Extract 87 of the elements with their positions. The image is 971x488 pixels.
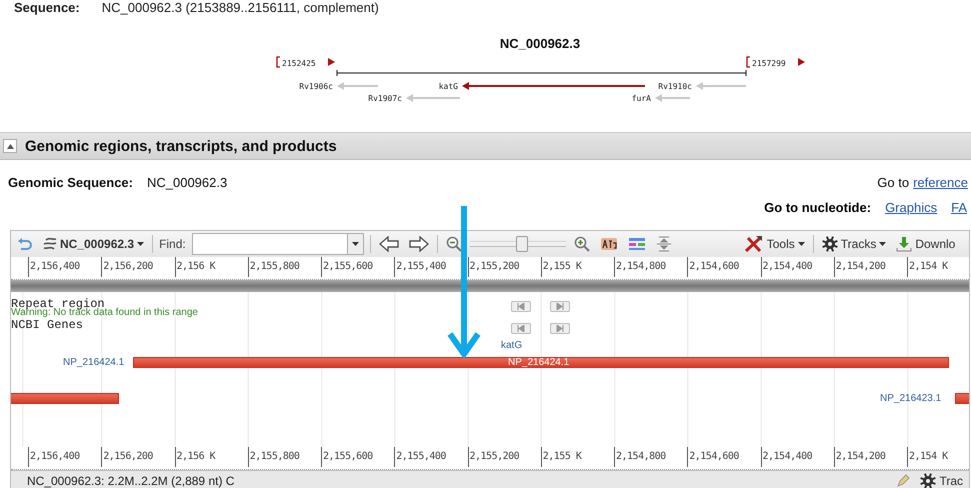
status-text: NC_000962.3: 2.2M..2.2M (2,889 nt) C — [27, 474, 234, 488]
gene-label: furA — [632, 94, 651, 103]
skip-back-icon — [517, 325, 525, 332]
feature-label: NP_216424.1 — [508, 357, 570, 368]
find-field[interactable] — [192, 233, 364, 255]
ruler-label: 2,156,200 — [103, 261, 153, 272]
skip-back-icon — [517, 303, 525, 310]
ruler-label: 2,154,800 — [616, 451, 666, 462]
download-menu[interactable]: Downlo — [894, 233, 958, 255]
gene-arrow — [655, 94, 690, 102]
overview-title: NC_000962.3 — [500, 36, 580, 51]
ruler-label: 2,154,400 — [762, 451, 812, 462]
nucleotide-link[interactable]: Graphics — [885, 200, 938, 214]
ruler-label: 2,156,400 — [30, 261, 80, 272]
end-marker-icon — [746, 56, 750, 68]
nucleotide-link[interactable]: FA — [951, 200, 967, 214]
previous-button[interactable] — [511, 323, 531, 334]
ruler-label: 2,155,200 — [470, 261, 520, 272]
ruler-label: 2,155,400 — [396, 451, 446, 462]
ruler-label: 2,155,400 — [396, 261, 446, 272]
gene-label: Rv1907c — [368, 94, 402, 103]
collapse-toggle[interactable] — [3, 139, 17, 153]
start-coordinate: 2152425 — [282, 59, 316, 68]
tracks-menu[interactable]: Tracks — [820, 233, 888, 255]
gear-icon — [822, 236, 838, 252]
nucleotide-label: Go to nucleotide: — [764, 200, 872, 214]
ruler-label: 2,155 K — [542, 261, 582, 272]
feature-label: NP_216424.1 — [63, 357, 124, 368]
arrow-icon — [328, 58, 335, 66]
tools-icon — [744, 235, 764, 253]
ruler-label: 2,155,600 — [323, 261, 373, 272]
sequence-dropdown[interactable]: NC_000962.3 — [41, 233, 146, 255]
gene-label: katG — [438, 82, 458, 91]
track-warning: Warning: No track data found in this range — [11, 308, 198, 318]
caret-icon — [352, 242, 359, 246]
gene-arrow — [337, 82, 378, 90]
back-arrow-button[interactable] — [376, 233, 401, 255]
ruler-label: 2,155 K — [542, 451, 582, 462]
sequence-label: Sequence: — [14, 0, 80, 16]
gene-label: katG — [501, 340, 522, 351]
genomic-sequence-value: NC_000962.3 — [146, 174, 228, 190]
tools-menu[interactable]: Tools — [742, 233, 807, 255]
gene-label: Rv1906c — [299, 82, 333, 91]
reference-link[interactable]: reference — [913, 174, 968, 190]
ruler-label: 2,154,200 — [836, 261, 886, 272]
ruler-label: 2,154,400 — [762, 261, 812, 272]
gene-arrow — [406, 94, 460, 102]
ruler-label: 2,156 K — [176, 451, 216, 462]
gene-arrow — [696, 82, 746, 90]
goto-text: Go to — [877, 174, 910, 190]
ruler-label: 2,155,200 — [470, 451, 520, 462]
download-icon — [896, 236, 912, 252]
ruler-label: 2,155,600 — [323, 451, 373, 462]
strand-icon — [43, 237, 57, 251]
section-title: Genomic regions, transcripts, and products — [25, 138, 337, 154]
ruler-label: 2,154,800 — [616, 261, 666, 272]
forward-arrow-button[interactable] — [406, 233, 431, 255]
gene-label: Rv1910c — [658, 82, 692, 91]
ruler-label: 2,156,200 — [103, 451, 153, 462]
ruler-label: 2,154,600 — [689, 451, 739, 462]
next-button[interactable] — [550, 301, 570, 312]
ruler-label: 2,154 K — [909, 261, 948, 272]
ruler-label: 2,154 K — [909, 451, 948, 462]
track-title: NCBI Genes — [11, 319, 84, 331]
find-label: Find: — [159, 237, 186, 251]
genomic-sequence-label: Genomic Sequence: — [8, 174, 133, 190]
caret-icon — [798, 242, 805, 246]
triangle-icon — [6, 144, 14, 148]
caret-icon — [137, 242, 144, 246]
start-marker-icon — [276, 56, 280, 68]
skip-forward-icon — [556, 303, 564, 310]
ruler-label: 2,155,800 — [250, 451, 300, 462]
caret-icon — [879, 242, 886, 246]
ruler-label: 2,156 K — [176, 261, 216, 272]
skip-forward-icon — [556, 325, 564, 332]
ruler-label: 2,155,800 — [250, 261, 300, 272]
feature-label: NP_216423.1 — [880, 393, 942, 404]
previous-button[interactable] — [511, 301, 531, 312]
end-coordinate: 2157299 — [752, 59, 786, 68]
arrow-icon — [798, 58, 805, 66]
ruler-label: 2,154,200 — [836, 451, 886, 462]
next-button[interactable] — [550, 323, 570, 334]
track-settings-button[interactable]: Trac — [918, 470, 965, 488]
sequence-name: NC_000962.3 — [60, 237, 134, 251]
ruler-label: 2,156,400 — [30, 451, 80, 462]
sequence-value: NC_000962.3 (2153889..2156111, complement) — [102, 0, 379, 16]
ruler-label: 2,154,600 — [689, 261, 739, 272]
